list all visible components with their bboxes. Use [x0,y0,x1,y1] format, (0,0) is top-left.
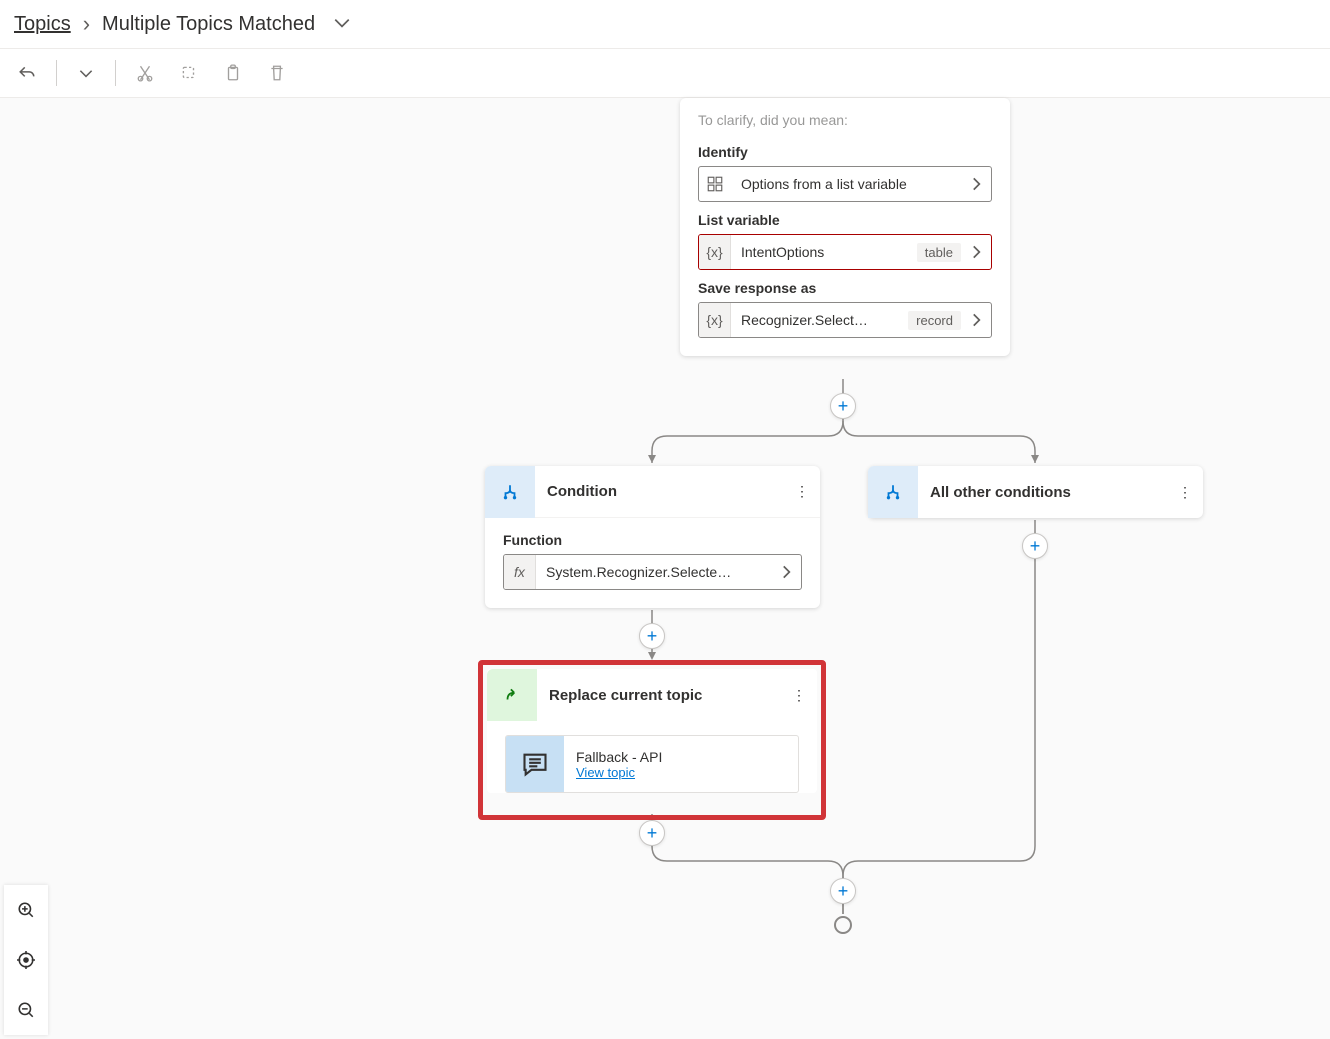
node-more-button[interactable]: ⋮ [784,466,820,518]
add-node-button[interactable]: + [639,820,665,846]
node-more-button[interactable]: ⋮ [1167,466,1203,518]
zoom-controls [4,885,48,1035]
add-node-button[interactable]: + [1022,533,1048,559]
zoom-out-button[interactable] [4,985,48,1035]
toolbar-divider [56,60,57,86]
fx-icon: fx [504,555,536,589]
chevron-right-icon [771,563,801,581]
delete-button[interactable] [260,56,294,90]
canvas[interactable]: To clarify, did you mean: Identify Optio… [0,98,1330,1039]
function-value: System.Recognizer.Selecte… [536,564,771,580]
topic-reference[interactable]: Fallback - API View topic [505,735,799,793]
add-node-button[interactable]: + [830,393,856,419]
list-variable-label: List variable [698,212,992,228]
branch-icon [868,466,918,518]
cut-button[interactable] [128,56,162,90]
save-response-type-badge: record [908,311,961,330]
chevron-right-icon [961,175,991,193]
save-response-selector[interactable]: {x} Recognizer.Select… record [698,302,992,338]
identify-selector[interactable]: Options from a list variable [698,166,992,202]
condition-title: Condition [535,483,784,500]
all-other-title: All other conditions [918,484,1167,501]
identify-label: Identify [698,144,992,160]
paste-button[interactable] [216,56,250,90]
function-selector[interactable]: fx System.Recognizer.Selecte… [503,554,802,590]
add-node-button[interactable]: + [830,878,856,904]
breadcrumb-chevron-down-icon[interactable] [333,14,351,35]
topic-icon [506,735,564,793]
list-variable-value: IntentOptions [731,244,911,260]
copy-button[interactable] [172,56,206,90]
fit-view-button[interactable] [4,935,48,985]
branch-icon [485,466,535,518]
topic-name: Fallback - API [576,749,662,765]
breadcrumb-root-link[interactable]: Topics [14,13,71,36]
zoom-in-button[interactable] [4,885,48,935]
variable-icon: {x} [699,303,731,337]
question-node[interactable]: To clarify, did you mean: Identify Optio… [680,98,1010,356]
save-response-label: Save response as [698,280,992,296]
replace-topic-title: Replace current topic [537,687,781,704]
breadcrumb-separator-icon [83,11,90,37]
question-prompt-text: To clarify, did you mean: [698,112,992,134]
list-variable-selector[interactable]: {x} IntentOptions table [698,234,992,270]
save-response-value: Recognizer.Select… [731,312,902,328]
variable-icon: {x} [699,235,731,269]
condition-node[interactable]: Condition ⋮ Function fx System.Recognize… [485,466,820,608]
identify-value: Options from a list variable [731,176,961,192]
replace-topic-node-highlighted: Replace current topic ⋮ Fallback - API V… [478,660,826,820]
list-variable-type-badge: table [917,243,961,262]
undo-dropdown-button[interactable] [69,56,103,90]
all-other-conditions-node[interactable]: All other conditions ⋮ [868,466,1203,518]
end-node [834,916,852,934]
chevron-right-icon [961,311,991,329]
breadcrumb: Topics Multiple Topics Matched [0,0,1330,48]
toolbar [0,48,1330,98]
view-topic-link[interactable]: View topic [576,765,662,780]
chevron-right-icon [961,243,991,261]
replace-topic-icon [487,669,537,721]
options-list-icon [699,167,731,201]
add-node-button[interactable]: + [639,623,665,649]
toolbar-divider [115,60,116,86]
node-more-button[interactable]: ⋮ [781,669,817,721]
undo-button[interactable] [10,56,44,90]
function-label: Function [503,532,802,548]
breadcrumb-current: Multiple Topics Matched [102,13,315,36]
